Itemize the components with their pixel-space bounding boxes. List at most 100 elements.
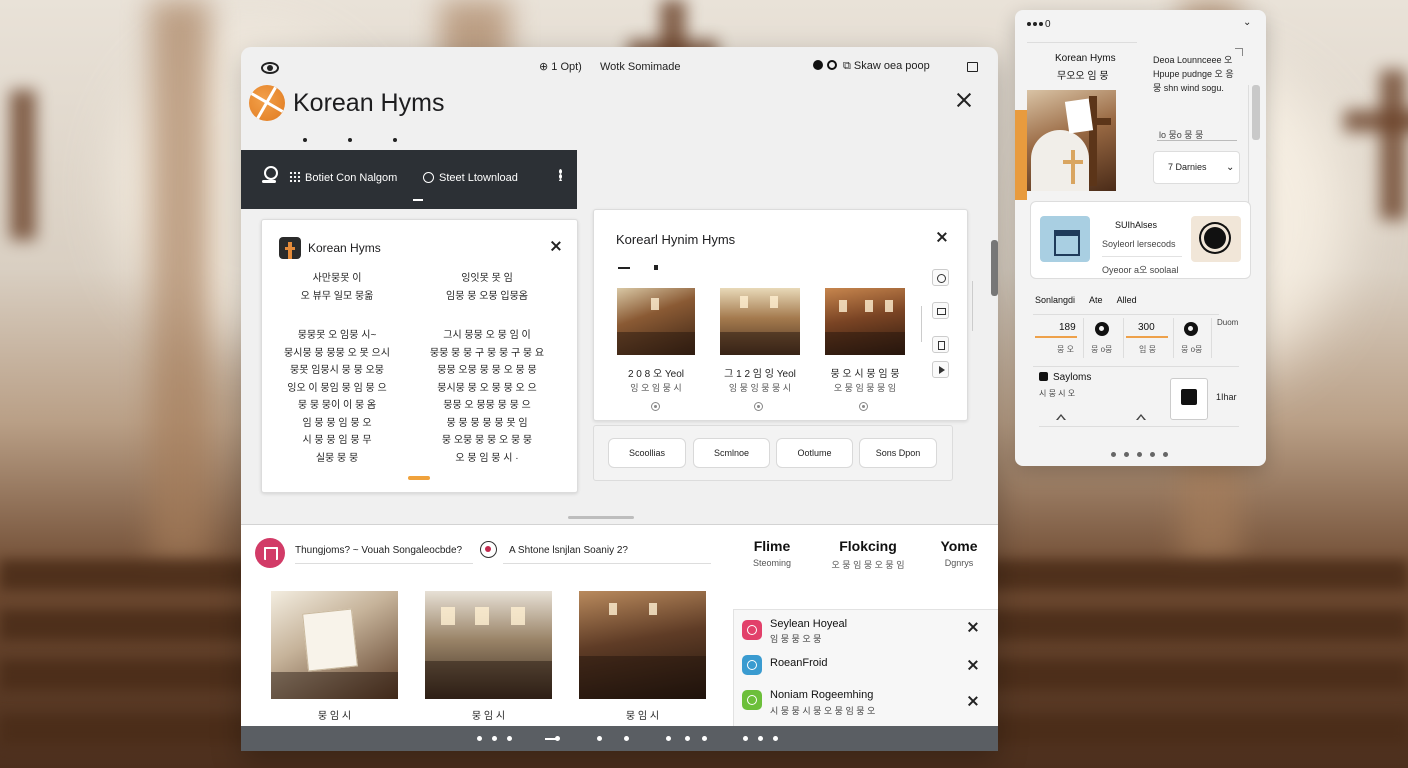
hymnbook-icon [279, 237, 301, 259]
button-2[interactable]: Scmlnoe [693, 438, 770, 468]
crown-icon[interactable] [1040, 216, 1090, 262]
hymn-close-icon[interactable] [937, 232, 947, 242]
lyrics-close-icon[interactable] [551, 241, 561, 251]
stat-1[interactable]: Flime Steoming [741, 538, 803, 568]
gallery-thumb-1[interactable] [271, 591, 398, 699]
active-tab-indicator [413, 199, 423, 201]
hymn-thumb-3[interactable] [825, 288, 905, 355]
stat-sub-1: 뭉 오 [1057, 345, 1074, 354]
page-dot[interactable] [492, 736, 497, 741]
tab-marker[interactable] [654, 265, 658, 270]
chevron-down-icon[interactable]: ⌄ [1243, 17, 1251, 28]
stat-value-3: 300 [1138, 322, 1155, 333]
page-dot[interactable] [555, 736, 560, 741]
close-icon[interactable] [957, 93, 971, 107]
gallery-thumb-3[interactable] [579, 591, 706, 699]
notification-panel: Seylean Hoyeal 임 뭉 뭉 오 뭉 RoeanFroid Noni… [733, 609, 998, 727]
button-1[interactable]: Scoollias [608, 438, 686, 468]
square-icon[interactable] [932, 302, 949, 319]
notification-1-sub: 임 뭉 뭉 오 뭉 [770, 634, 822, 644]
play-icon[interactable] [932, 361, 949, 378]
panel-select[interactable]: 7 Darnies ⌄ [1153, 151, 1240, 184]
panel-menu-dots[interactable]: 0 [1027, 19, 1051, 30]
refresh-icon[interactable] [932, 269, 949, 286]
hymn-select-2[interactable] [754, 402, 763, 411]
bookmark-icon[interactable] [932, 336, 949, 353]
main-scrollbar[interactable] [991, 240, 998, 296]
notification-3-close-icon[interactable] [968, 696, 978, 706]
hymn-thumb-2-sub: 잉 뭉 잉 뭉 뭉 시 [728, 383, 792, 393]
stat-icon-1 [1095, 322, 1109, 336]
panel-name: Korean Hyms [1055, 53, 1116, 64]
stat-3[interactable]: Yome Dgnrys [931, 538, 987, 568]
tab-marker[interactable] [618, 267, 630, 269]
page-dot[interactable] [666, 736, 671, 741]
ring-icon[interactable] [827, 60, 837, 70]
globe-icon: ⊕ [539, 61, 549, 73]
main-window: ⊕ 1 Opt) Wotk Somimade ⧉ Skaw oea poop K… [241, 47, 998, 751]
window-icon[interactable] [967, 62, 978, 72]
page-dot[interactable] [597, 736, 602, 741]
hymn-card: Korearl Hynim Hyms 2 0 8 오 Yeol 그 1 2 임 … [593, 209, 968, 421]
title-dots [303, 129, 473, 147]
pastor-photo[interactable] [1027, 90, 1116, 191]
titlebar-center-left: 1 Opt) [551, 61, 582, 73]
gear-icon[interactable] [1191, 216, 1241, 262]
notification-3-title[interactable]: Noniam Rogeemhing [770, 689, 873, 701]
basketball-logo-icon [249, 85, 285, 121]
hymn-thumb-1[interactable] [617, 288, 695, 355]
box-label: 1Ihar [1216, 392, 1237, 402]
resize-handle[interactable] [568, 516, 634, 519]
titlebar-right: ⧉ Skaw oea poop [813, 60, 930, 73]
triangle-up-icon[interactable] [1136, 414, 1146, 420]
stat-2[interactable]: Flokcing 오 뭉 임 뭉 오 뭉 임 [828, 538, 908, 571]
feature-line1: Soyleorl lersecods [1102, 239, 1176, 249]
nav-item-2[interactable]: Steet Ltownload [439, 172, 518, 184]
page-dot[interactable] [685, 736, 690, 741]
notification-2-close-icon[interactable] [968, 660, 978, 670]
hymn-select-3[interactable] [859, 402, 868, 411]
record-icon[interactable] [480, 541, 497, 558]
page-dot[interactable] [477, 736, 482, 741]
user-icon[interactable] [262, 166, 278, 184]
expand-icon[interactable] [1235, 48, 1243, 56]
copy-icon[interactable]: ⧉ [843, 60, 851, 72]
hymn-thumb-2[interactable] [720, 288, 800, 355]
notification-1-close-icon[interactable] [968, 622, 978, 632]
record-icon[interactable] [813, 60, 823, 70]
section-sub: 시 뭉 시 오 [1039, 389, 1076, 398]
page-dot[interactable] [507, 736, 512, 741]
stat-sub-3: 임 뭉 [1139, 345, 1156, 354]
question-1[interactable]: Thungjoms? ~ Vouah Songaleocbde? [295, 545, 462, 556]
notification-1-title[interactable]: Seylean Hoyeal [770, 618, 847, 630]
hymn-select-1[interactable] [651, 402, 660, 411]
right-panel: 0 ⌄ Korean Hyms 무오오 임 뭉 Deoa Lounnceee 오… [1015, 10, 1266, 466]
page-dot[interactable] [773, 736, 778, 741]
grid-icon[interactable] [289, 171, 301, 183]
nav-item-1[interactable]: Botiet Con Nalgom [305, 172, 397, 184]
page-dot[interactable] [624, 736, 629, 741]
page-dot[interactable] [702, 736, 707, 741]
gallery-thumb-2[interactable] [425, 591, 552, 699]
camera-icon[interactable] [261, 62, 279, 74]
button-row: Scoollias Scmlnoe Ootlume Sons Dpon [593, 425, 953, 481]
button-4[interactable]: Sons Dpon [859, 438, 937, 468]
kebab-menu-icon[interactable] [559, 169, 562, 181]
titlebar-center-right: Wotk Somimade [599, 61, 681, 73]
gallery-thumb-2-name: 뭉 임 시 [471, 711, 506, 722]
triangle-up-icon[interactable] [1056, 414, 1066, 420]
page-dot[interactable] [743, 736, 748, 741]
question-2[interactable]: A Shtone lsnjlan Soaniy 2? [509, 545, 628, 556]
notification-2-title[interactable]: RoeanFroid [770, 657, 827, 669]
section-icon [1039, 372, 1048, 381]
panel-pagination[interactable] [1111, 444, 1176, 462]
lyrics-col2-body: 그시 뭉뭉 오 뭉 임 이 뭉뭉 뭉 뭉 구 뭉 뭉 구 뭉 요 뭉뭉 오뭉 뭉 … [429, 330, 545, 464]
button-3[interactable]: Ootlume [776, 438, 853, 468]
panel-scrollbar[interactable] [1252, 85, 1260, 140]
notification-badge-icon[interactable] [255, 538, 285, 568]
notification-3-sub: 시 뭉 뭉 시 뭉 오 뭉 임 뭉 오 [770, 706, 876, 716]
ring-icon [742, 690, 762, 710]
qr-icon[interactable] [1170, 378, 1208, 420]
stat-headers: Sonlangdi Ate Alled [1035, 295, 1137, 305]
page-dot[interactable] [758, 736, 763, 741]
